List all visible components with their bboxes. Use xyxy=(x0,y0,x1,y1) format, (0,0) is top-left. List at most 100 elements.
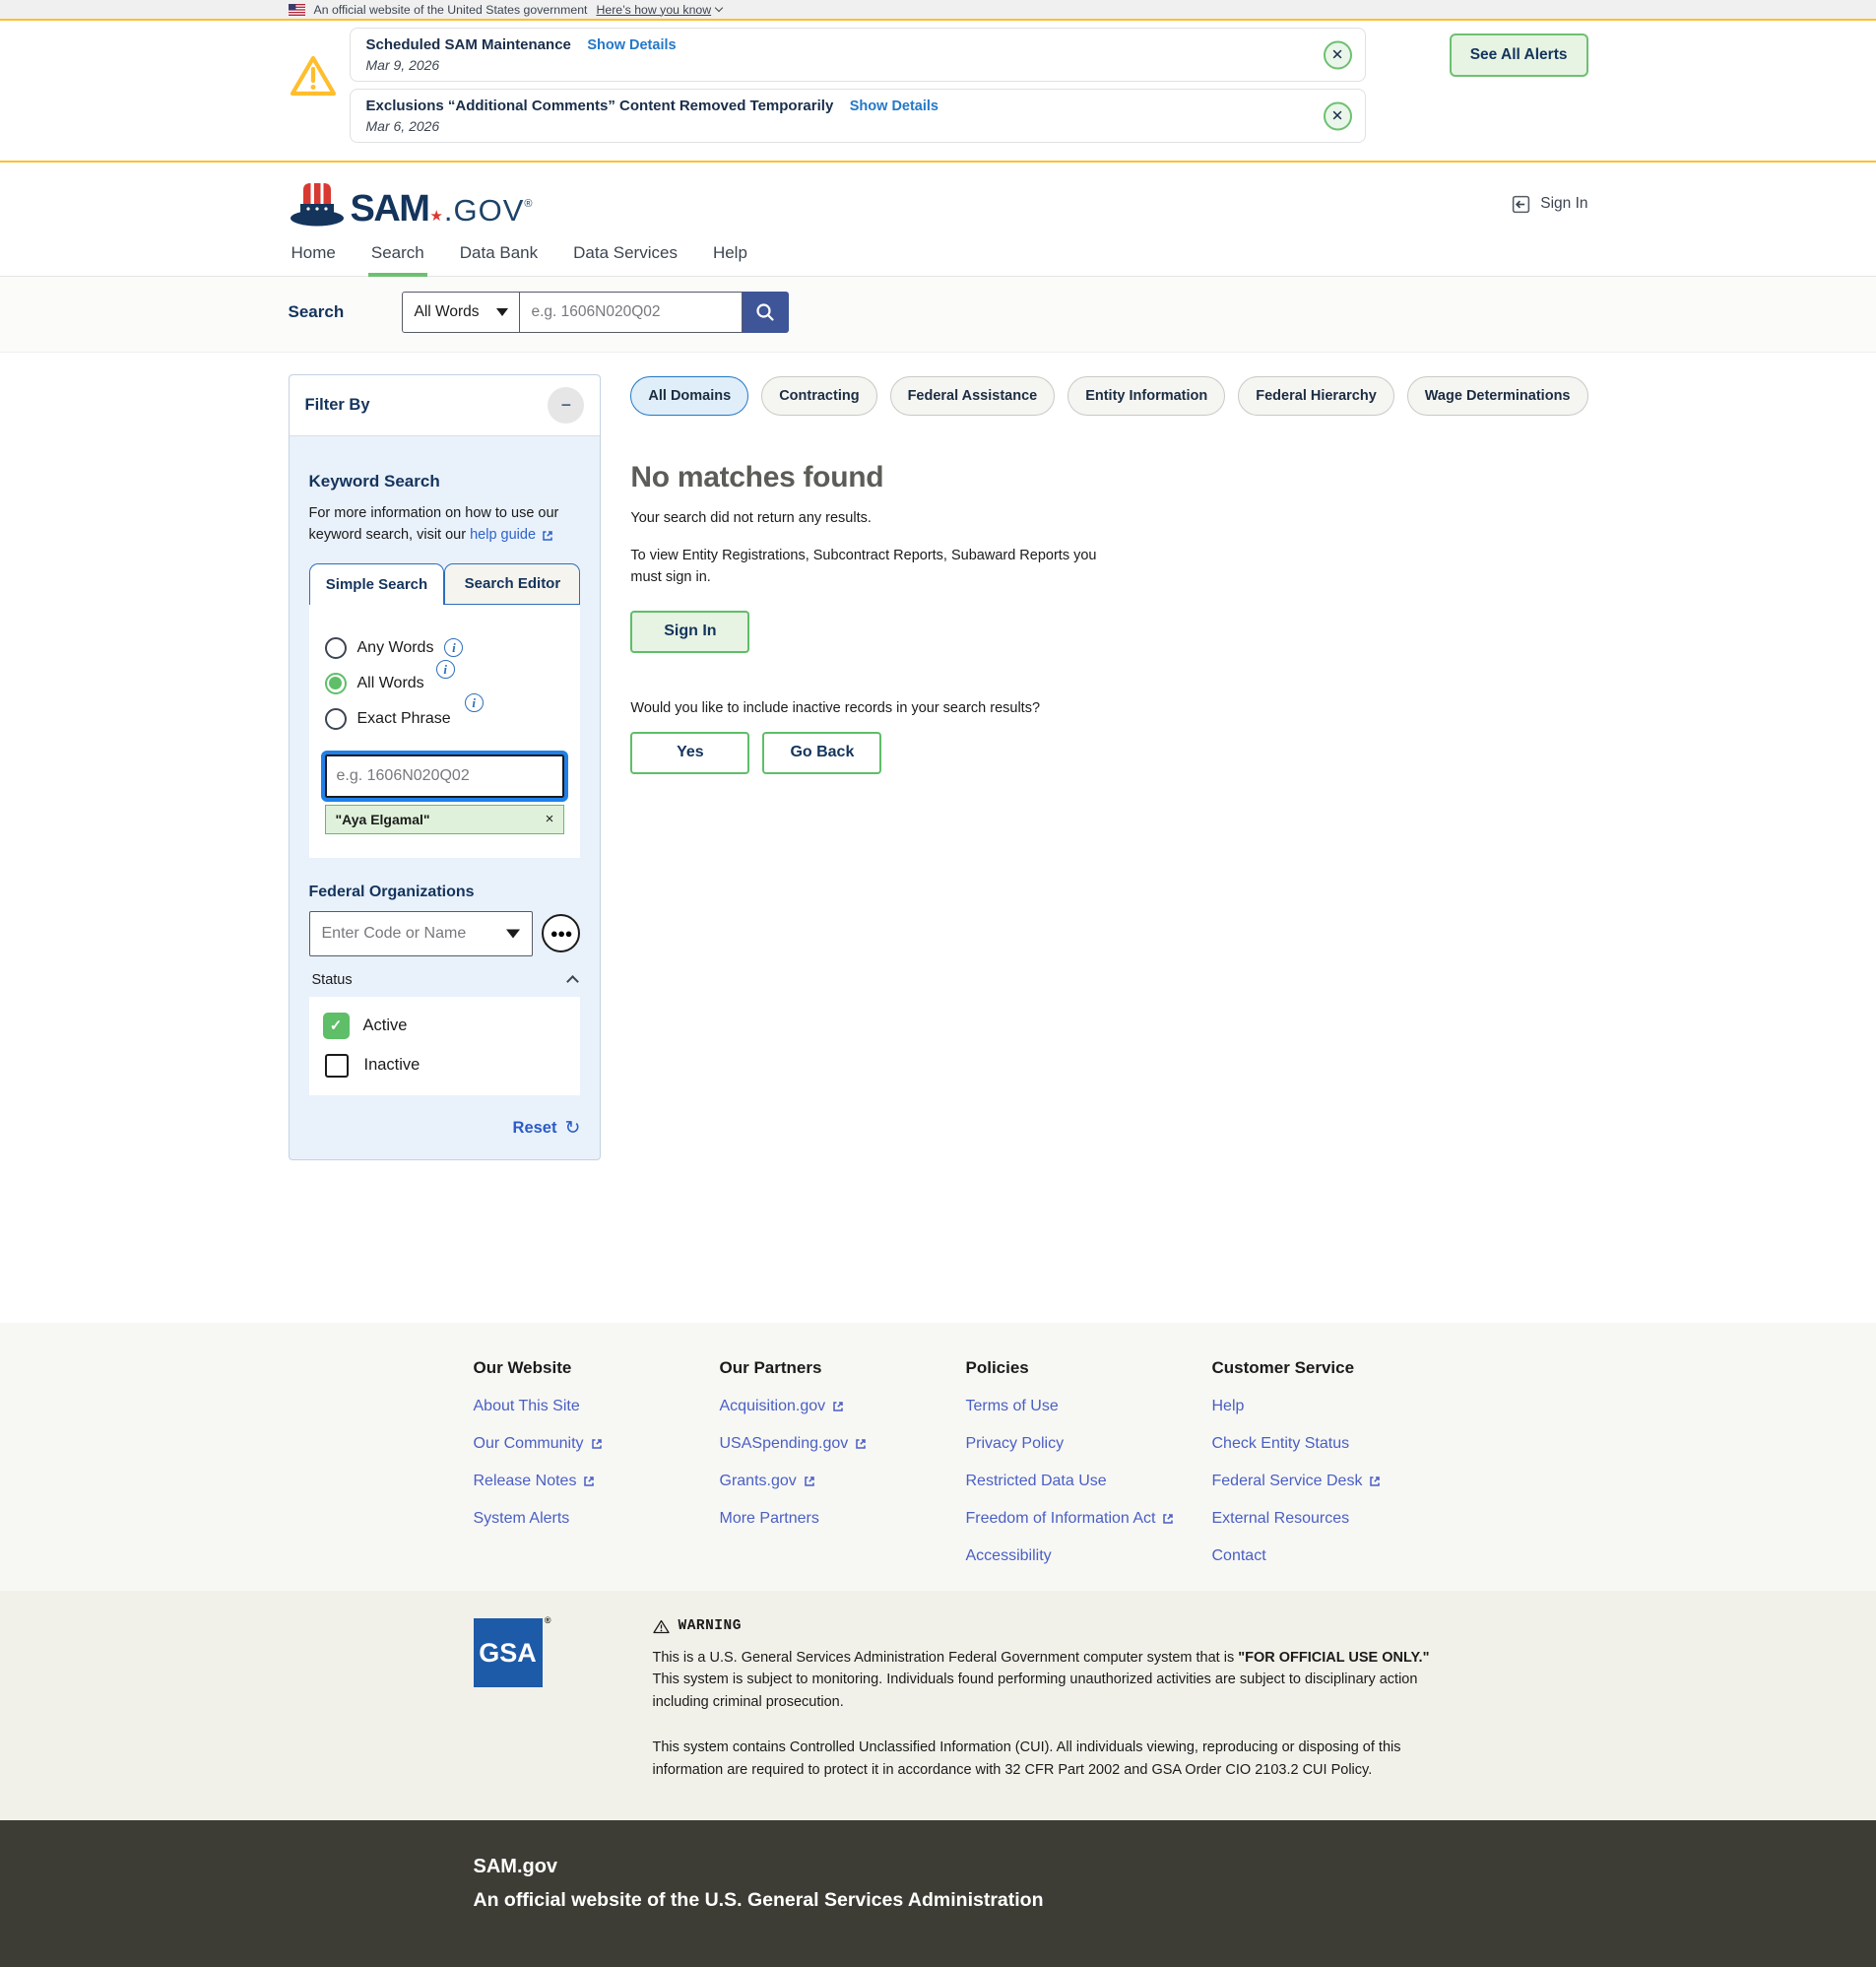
nav-help[interactable]: Help xyxy=(710,235,750,276)
radio-all-words[interactable] xyxy=(324,672,347,694)
search-label: Search xyxy=(288,302,345,321)
footer-link-foia[interactable]: Freedom of Information Act xyxy=(966,1510,1212,1528)
domain-pill-entity-information[interactable]: Entity Information xyxy=(1067,376,1226,416)
footer-site-subtitle: An official website of the U.S. General … xyxy=(473,1889,1044,1912)
nav-data-services[interactable]: Data Services xyxy=(570,235,680,276)
alert-show-details-link[interactable]: Show Details xyxy=(850,98,938,114)
see-all-alerts-button[interactable]: See All Alerts xyxy=(1449,33,1588,77)
gsa-warning-section: GSA ® WARNING This is a U.S. General Ser… xyxy=(0,1591,1876,1821)
checkbox-unchecked[interactable] xyxy=(324,1053,349,1078)
external-link-icon xyxy=(1161,1512,1175,1526)
uncle-sam-hat-icon xyxy=(289,180,346,228)
domain-pill-all-domains[interactable]: All Domains xyxy=(630,376,749,416)
nav-home[interactable]: Home xyxy=(289,235,339,276)
footer-link-usaspending-gov[interactable]: USASpending.gov xyxy=(720,1435,966,1453)
logo-sam-text: SAM xyxy=(350,188,430,229)
sign-in-link[interactable]: Sign In xyxy=(1511,194,1588,215)
footer-link-terms-of-use[interactable]: Terms of Use xyxy=(966,1398,1212,1415)
sign-in-button[interactable]: Sign In xyxy=(630,610,750,653)
ellipsis-icon: ●●● xyxy=(550,926,573,941)
footer-links-section: Our Website About This Site Our Communit… xyxy=(0,1323,1876,1591)
caret-down-icon xyxy=(495,308,508,316)
domain-pill-federal-assistance[interactable]: Federal Assistance xyxy=(889,376,1056,416)
results-area: All Domains Contracting Federal Assistan… xyxy=(630,374,1588,774)
filter-by-title: Filter By xyxy=(304,396,370,414)
no-results-message: Your search did not return any results. xyxy=(630,510,872,526)
nav-search[interactable]: Search xyxy=(367,235,427,277)
check-icon: ✓ xyxy=(329,1017,343,1034)
chip-remove-button[interactable]: × xyxy=(546,811,554,827)
footer-link-about-this-site[interactable]: About This Site xyxy=(474,1398,720,1415)
footer-link-privacy-policy[interactable]: Privacy Policy xyxy=(966,1435,1212,1453)
how-you-know-link[interactable]: Here’s how you know xyxy=(596,3,724,17)
footer-link-accessibility[interactable]: Accessibility xyxy=(966,1547,1212,1565)
inactive-records-question: Would you like to include inactive recor… xyxy=(630,699,1041,716)
filter-panel: Filter By − Keyword Search For more info… xyxy=(288,374,602,1160)
footer-link-external-resources[interactable]: External Resources xyxy=(1212,1510,1458,1528)
main-content: Filter By − Keyword Search For more info… xyxy=(0,353,1876,1323)
footer-link-check-entity-status[interactable]: Check Entity Status xyxy=(1212,1435,1458,1453)
tab-search-editor[interactable]: Search Editor xyxy=(444,562,581,605)
alert-close-button[interactable]: ✕ xyxy=(1323,40,1352,69)
footer-link-help[interactable]: Help xyxy=(1212,1398,1458,1415)
federal-organizations-heading: Federal Organizations xyxy=(308,883,475,900)
federal-orgs-input[interactable] xyxy=(308,910,534,956)
footer-link-contact[interactable]: Contact xyxy=(1212,1547,1458,1565)
search-input[interactable] xyxy=(519,292,743,333)
warning-paragraph-2: This system contains Controlled Unclassi… xyxy=(652,1739,1401,1778)
footer-link-system-alerts[interactable]: System Alerts xyxy=(474,1510,720,1528)
info-icon[interactable]: i xyxy=(444,638,464,657)
radio-any-words[interactable] xyxy=(324,636,347,659)
alert-show-details-link[interactable]: Show Details xyxy=(587,37,676,53)
alerts-section: Scheduled SAM Maintenance Show Details M… xyxy=(0,19,1876,163)
external-link-icon xyxy=(803,1475,816,1488)
go-back-button[interactable]: Go Back xyxy=(762,731,882,774)
chevron-up-icon xyxy=(566,975,580,988)
domain-pill-wage-determinations[interactable]: Wage Determinations xyxy=(1406,376,1588,416)
footer-column-heading: Policies xyxy=(965,1358,1029,1377)
us-flag-icon xyxy=(288,3,305,16)
footer-column-our-website: Our Website About This Site Our Communit… xyxy=(474,1358,720,1565)
bottom-footer: SAM.gov An official website of the U.S. … xyxy=(0,1820,1876,1967)
footer-link-restricted-data-use[interactable]: Restricted Data Use xyxy=(966,1473,1212,1490)
orgs-more-options-button[interactable]: ●●● xyxy=(542,914,581,952)
magnifier-icon xyxy=(754,301,776,323)
keyword-input[interactable] xyxy=(320,750,569,802)
footer-link-release-notes[interactable]: Release Notes xyxy=(474,1473,720,1490)
nav-data-bank[interactable]: Data Bank xyxy=(457,235,541,276)
help-guide-link[interactable]: help guide xyxy=(470,525,554,547)
info-icon[interactable]: i xyxy=(435,660,455,679)
close-icon: ✕ xyxy=(1330,107,1344,125)
status-options: ✓ Active Inactive xyxy=(308,996,581,1095)
reset-filters-button[interactable]: Reset ↻ xyxy=(309,1119,581,1138)
footer-link-acquisition-gov[interactable]: Acquisition.gov xyxy=(720,1398,966,1415)
chevron-down-icon xyxy=(714,3,724,13)
radio-exact-phrase-label: Exact Phrase xyxy=(356,709,451,727)
search-submit-button[interactable] xyxy=(742,292,789,333)
external-link-icon xyxy=(1368,1475,1382,1488)
alert-close-button[interactable]: ✕ xyxy=(1323,101,1352,130)
warning-triangle-icon xyxy=(289,53,338,98)
collapse-filters-button[interactable]: − xyxy=(548,387,585,424)
yes-button[interactable]: Yes xyxy=(630,731,750,774)
status-inactive-option[interactable]: Inactive xyxy=(323,1053,567,1078)
sam-gov-logo[interactable]: SAM ★ .GOV ® xyxy=(289,180,533,228)
footer-link-our-community[interactable]: Our Community xyxy=(474,1435,720,1453)
external-link-icon xyxy=(590,1437,604,1451)
domain-pill-federal-hierarchy[interactable]: Federal Hierarchy xyxy=(1238,376,1394,416)
status-accordion-toggle[interactable]: Status xyxy=(312,972,580,988)
info-icon[interactable]: i xyxy=(464,693,484,712)
domain-pill-contracting[interactable]: Contracting xyxy=(761,376,877,416)
status-active-option[interactable]: ✓ Active xyxy=(322,1012,567,1039)
checkbox-checked[interactable]: ✓ xyxy=(322,1012,350,1039)
gov-banner: An official website of the United States… xyxy=(0,0,1876,19)
footer-link-grants-gov[interactable]: Grants.gov xyxy=(720,1473,966,1490)
caret-down-icon[interactable] xyxy=(506,929,521,938)
tab-simple-search[interactable]: Simple Search xyxy=(308,562,445,605)
footer-link-federal-service-desk[interactable]: Federal Service Desk xyxy=(1212,1473,1458,1490)
search-mode-select[interactable]: All Words xyxy=(401,292,520,333)
warning-outline-icon xyxy=(652,1619,670,1634)
footer-link-more-partners[interactable]: More Partners xyxy=(720,1510,966,1528)
radio-exact-phrase[interactable] xyxy=(324,707,347,730)
status-active-label: Active xyxy=(362,1016,408,1034)
